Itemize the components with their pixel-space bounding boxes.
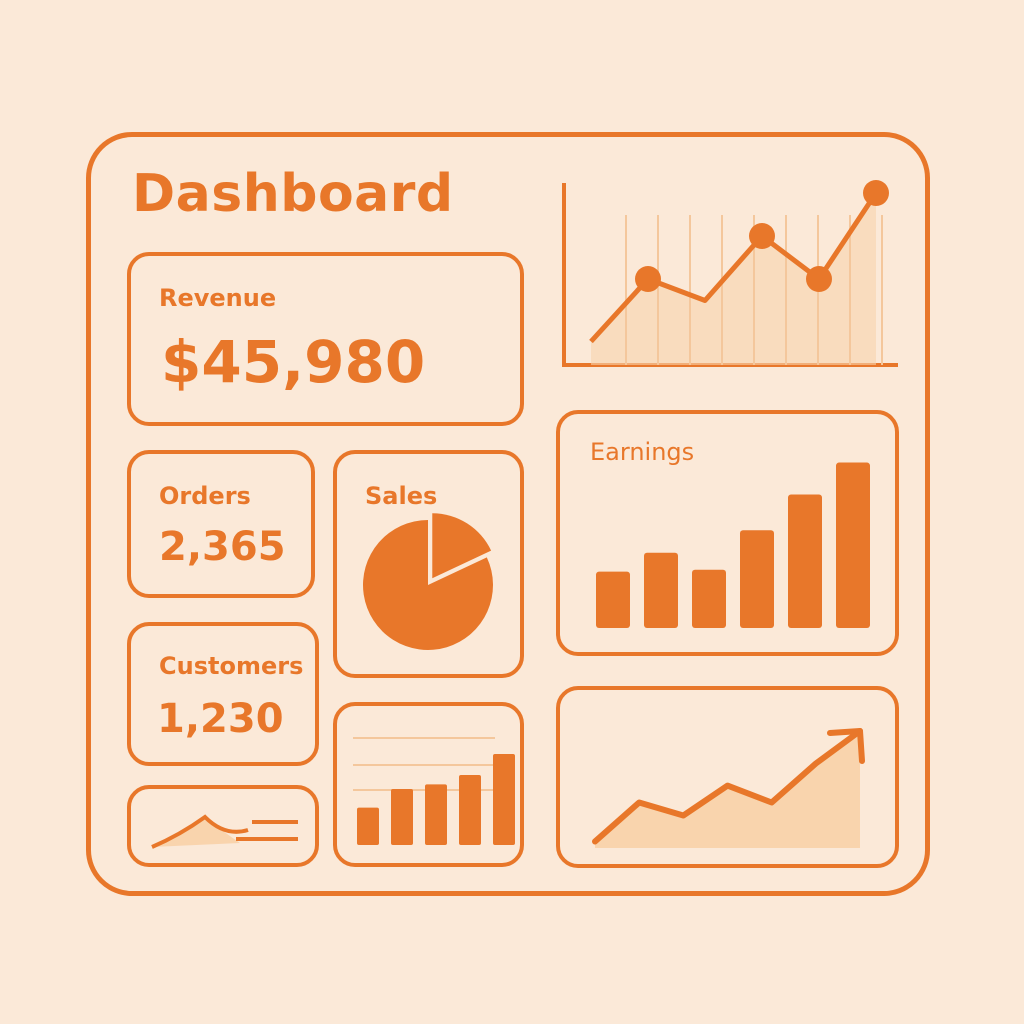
line-chart-point bbox=[635, 266, 661, 292]
revenue-label: Revenue bbox=[159, 284, 277, 312]
line-chart-point bbox=[863, 180, 889, 206]
mini-bar bbox=[493, 754, 515, 845]
earnings-bar bbox=[788, 494, 822, 628]
line-chart bbox=[562, 180, 898, 367]
line-chart-area bbox=[591, 193, 876, 365]
orders-label: Orders bbox=[159, 482, 251, 510]
line-chart-point bbox=[806, 266, 832, 292]
earnings-bar-chart bbox=[596, 462, 870, 628]
mini-bar-chart bbox=[353, 737, 515, 845]
earnings-bar bbox=[692, 569, 726, 628]
sales-label: Sales bbox=[365, 482, 438, 510]
revenue-card[interactable]: Revenue $45,980 bbox=[127, 252, 524, 426]
earnings-bar bbox=[596, 571, 630, 628]
page-title: Dashboard bbox=[132, 164, 454, 224]
earnings-bar bbox=[740, 530, 774, 628]
orders-value: 2,365 bbox=[159, 524, 286, 570]
line-chart-point bbox=[749, 223, 775, 249]
orders-card[interactable]: Orders 2,365 bbox=[127, 450, 315, 598]
customers-card[interactable]: Customers 1,230 bbox=[127, 622, 319, 766]
pie-chart-icon bbox=[363, 513, 493, 650]
trend-area-chart bbox=[592, 728, 865, 848]
customers-label: Customers bbox=[159, 652, 304, 680]
mini-bar bbox=[425, 784, 447, 845]
customers-value: 1,230 bbox=[157, 696, 284, 742]
mini-bar bbox=[391, 789, 413, 845]
mini-bar bbox=[459, 775, 481, 845]
earnings-bar bbox=[644, 552, 678, 628]
mini-bar bbox=[357, 807, 379, 845]
revenue-value: $45,980 bbox=[161, 328, 426, 396]
trend-area-fill bbox=[595, 731, 860, 848]
earnings-bar bbox=[836, 462, 870, 628]
sparkline-chart bbox=[151, 814, 298, 849]
